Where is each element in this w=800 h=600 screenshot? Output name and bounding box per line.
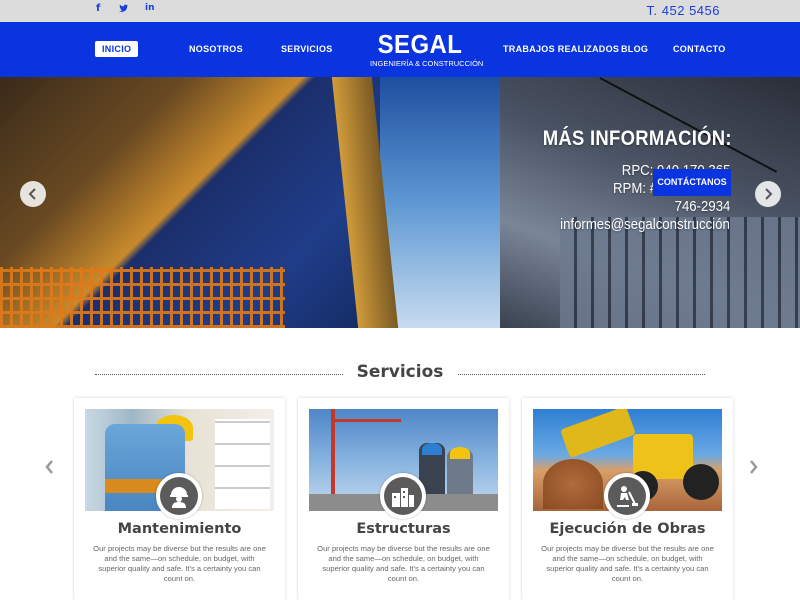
nav-item-blog[interactable]: BLOG xyxy=(621,44,648,54)
service-description: Our projects may be diverse but the resu… xyxy=(93,544,266,583)
service-title: Estructuras xyxy=(356,521,451,537)
chevron-left-icon xyxy=(44,460,53,474)
worker-digging-icon xyxy=(608,477,646,515)
nav-item-servicios[interactable]: SERVICIOS xyxy=(281,44,333,54)
chevron-left-icon xyxy=(28,188,36,200)
main-nav: INICIO NOSOTROS SERVICIOS SEGAL INGENIER… xyxy=(0,22,800,77)
nav-item-inicio[interactable]: INICIO xyxy=(95,41,139,57)
service-card-estructuras[interactable]: Estructuras Our projects may be diverse … xyxy=(298,398,509,600)
service-badge-estructuras xyxy=(380,473,426,519)
linkedin-icon[interactable]: in xyxy=(145,3,155,13)
twitter-icon[interactable] xyxy=(119,4,128,15)
service-card-ejecucion[interactable]: Ejecución de Obras Our projects may be d… xyxy=(522,398,733,600)
service-badge-ejecucion xyxy=(604,473,650,519)
contact-button[interactable]: CONTÁCTANOS xyxy=(653,169,731,196)
hero-slider: MÁS INFORMACIÓN: RPC: 940 170 365 RPM: #… xyxy=(0,77,800,328)
hero-email: informes@segalconstrucción xyxy=(560,216,730,233)
service-card-mantenimiento[interactable]: Mantenimiento Our projects may be divers… xyxy=(74,398,285,600)
service-description: Our projects may be diverse but the resu… xyxy=(541,544,714,583)
logo-title: SEGAL xyxy=(377,29,463,59)
service-title: Mantenimiento xyxy=(117,521,242,537)
top-bar: f in T. 452 5456 xyxy=(0,0,800,22)
worker-helmet-icon xyxy=(160,477,198,515)
hero-title: MÁS INFORMACIÓN: xyxy=(542,127,732,150)
slider-next-button[interactable] xyxy=(755,181,781,207)
logo-subtitle: INGENIERÍA & CONSTRUCCIÓN xyxy=(370,59,484,68)
chevron-right-icon xyxy=(749,460,758,474)
hero-building-windows xyxy=(560,217,800,328)
service-description: Our projects may be diverse but the resu… xyxy=(317,544,490,583)
carousel-prev-button[interactable] xyxy=(43,458,55,476)
buildings-icon xyxy=(384,477,422,515)
slider-prev-button[interactable] xyxy=(20,181,46,207)
nav-item-trabajos[interactable]: TRABAJOS REALIZADOS xyxy=(503,44,619,54)
chevron-right-icon xyxy=(765,188,773,200)
service-badge-mantenimiento xyxy=(156,473,202,519)
carousel-next-button[interactable] xyxy=(747,458,759,476)
nav-item-contacto[interactable]: CONTACTO xyxy=(673,44,726,54)
facebook-icon[interactable]: f xyxy=(96,3,100,14)
service-title: Ejecución de Obras xyxy=(549,521,706,537)
hero-phone: 746-2934 xyxy=(674,198,730,215)
nav-item-nosotros[interactable]: NOSOTROS xyxy=(189,44,243,54)
phone-number: T. 452 5456 xyxy=(646,3,720,18)
services-heading: Servicios xyxy=(95,362,705,384)
hero-railing xyxy=(0,267,285,328)
section-title: Servicios xyxy=(95,362,705,382)
site-logo[interactable]: SEGAL INGENIERÍA & CONSTRUCCIÓN xyxy=(370,29,484,68)
